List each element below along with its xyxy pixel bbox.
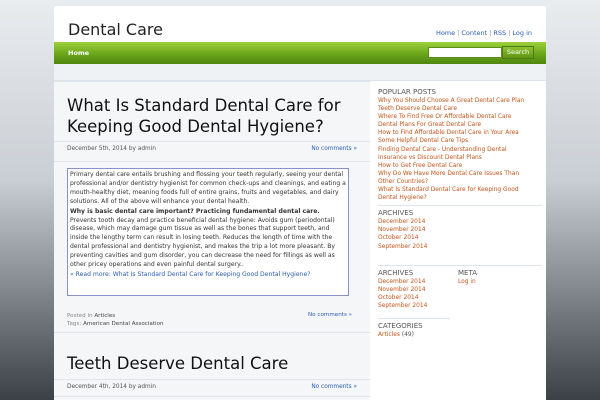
top-link-rss[interactable]: RSS: [493, 29, 506, 37]
separator: |: [489, 29, 492, 37]
categories-heading: CATEGORIES: [378, 321, 423, 330]
nav-home-link[interactable]: Home: [68, 49, 89, 57]
tag-link[interactable]: American Dental Association: [83, 321, 164, 327]
top-link-home[interactable]: Home: [436, 29, 455, 37]
divider: [378, 264, 542, 266]
popular-post-link[interactable]: How to Find Affordable Dental Care in Yo…: [378, 129, 542, 137]
popular-posts-heading: POPULAR POSTS: [378, 88, 436, 96]
top-links: Home | Content | RSS | Log in: [436, 29, 532, 37]
category-link[interactable]: Articles: [94, 313, 115, 319]
post-comments-link[interactable]: No comments »: [311, 146, 357, 152]
post-title[interactable]: What Is Standard Dental Care for Keeping…: [67, 95, 367, 137]
meta-heading: META: [458, 268, 477, 277]
archive-link[interactable]: September 2014: [378, 243, 542, 251]
post-meta: December 5th, 2014 by admin No comments …: [67, 144, 357, 156]
posted-in-label: Posted in: [67, 313, 93, 319]
popular-post-link[interactable]: Teeth Deserve Dental Care: [378, 105, 542, 113]
post-title[interactable]: Teeth Deserve Dental Care: [67, 353, 367, 374]
post-date: December 5th, 2014: [67, 146, 127, 152]
archives-heading: ARCHIVES: [378, 209, 414, 218]
top-link-content[interactable]: Content: [461, 29, 487, 37]
top-link-login[interactable]: Log in: [512, 29, 532, 37]
divider: [378, 317, 450, 319]
popular-post-link[interactable]: Some Helpful Dental Care Tips: [378, 137, 542, 145]
archive-link[interactable]: November 2014: [378, 286, 450, 294]
read-more-link[interactable]: » Read more: What Is Standard Dental Car…: [70, 271, 346, 280]
divider: [378, 205, 542, 207]
popular-post-link[interactable]: What Is Standard Dental Care for Keeping…: [378, 186, 542, 194]
popular-post-link[interactable]: Other Countries?: [378, 178, 542, 186]
category-item: Articles (49): [378, 331, 542, 339]
sidebar: POPULAR POSTS Why You Should Choose A Gr…: [378, 88, 542, 339]
divider: [54, 379, 370, 380]
footer-comments-link[interactable]: No comments »: [308, 312, 352, 318]
archive-link[interactable]: September 2014: [378, 302, 450, 310]
page-container: Dental Care Home | Content | RSS | Log in Home…: [54, 6, 546, 400]
archives-heading: ARCHIVES: [378, 268, 414, 277]
post-author[interactable]: admin: [138, 384, 156, 390]
popular-post-link[interactable]: Why Do We Have More Dental Care Issues T…: [378, 170, 542, 178]
archive-link[interactable]: October 2014: [378, 234, 542, 242]
post-author[interactable]: admin: [138, 146, 156, 152]
archive-link[interactable]: October 2014: [378, 294, 450, 302]
archive-link[interactable]: December 2014: [378, 278, 450, 286]
site-title[interactable]: Dental Care: [68, 20, 163, 39]
divider: [54, 141, 370, 142]
excerpt-paragraph: Prevents tooth decay and practice benefi…: [70, 216, 336, 269]
separator: |: [508, 29, 511, 37]
popular-post-link[interactable]: Dental Plans For Great Dental Care: [378, 121, 542, 129]
post-comments-link[interactable]: No comments »: [311, 384, 357, 390]
post-excerpt: Primary dental care entails brushing and…: [67, 168, 349, 296]
divider: [54, 332, 370, 333]
sub-bar: [54, 64, 546, 81]
post-byline: December 5th, 2014 by admin: [67, 146, 156, 152]
tags-label: Tags:: [67, 321, 82, 327]
post-meta: December 4th, 2014 by admin No comments …: [67, 382, 357, 394]
main-content: What Is Standard Dental Care for Keeping…: [54, 81, 370, 400]
archives-column: ARCHIVES December 2014 November 2014 Oct…: [378, 269, 450, 310]
popular-posts-list: Why You Should Choose A Great Dental Car…: [378, 97, 542, 202]
popular-post-link[interactable]: Finding Dental Care - Understanding Dent…: [378, 146, 542, 154]
archives-meta-row: ARCHIVES December 2014 November 2014 Oct…: [378, 269, 542, 315]
separator: |: [457, 29, 460, 37]
category-count: (49): [401, 331, 414, 338]
popular-post-link[interactable]: Insurance vs Discount Dental Plans: [378, 154, 542, 162]
post-byline: December 4th, 2014 by admin: [67, 384, 156, 390]
archive-link[interactable]: November 2014: [378, 226, 542, 234]
by-label: by: [128, 146, 136, 152]
popular-post-link[interactable]: How to Get Free Dental Care: [378, 162, 542, 170]
post-footer: Posted in Articles Tags: American Dental…: [67, 312, 164, 328]
divider: [54, 81, 370, 82]
popular-post-link[interactable]: Why You Should Choose A Great Dental Car…: [378, 97, 542, 105]
meta-column: META Log in: [458, 269, 538, 286]
divider: [54, 396, 370, 397]
category-link[interactable]: Articles: [378, 332, 400, 338]
by-label: by: [128, 384, 136, 390]
excerpt-question: Why is basic dental care important? Prac…: [70, 207, 320, 215]
search-input[interactable]: [428, 47, 502, 58]
meta-login-link[interactable]: Log in: [458, 278, 538, 286]
archive-link[interactable]: December 2014: [378, 218, 542, 226]
excerpt-paragraph: Primary dental care entails brushing and…: [70, 171, 346, 205]
nav-bar: Home Search: [54, 42, 546, 64]
popular-post-link[interactable]: Where To Find Free Or Affordable Dental …: [378, 113, 542, 121]
divider: [54, 161, 370, 162]
popular-post-link[interactable]: Dental Hygiene?: [378, 194, 542, 202]
post-date: December 4th, 2014: [67, 384, 127, 390]
search-button[interactable]: Search: [502, 46, 534, 59]
